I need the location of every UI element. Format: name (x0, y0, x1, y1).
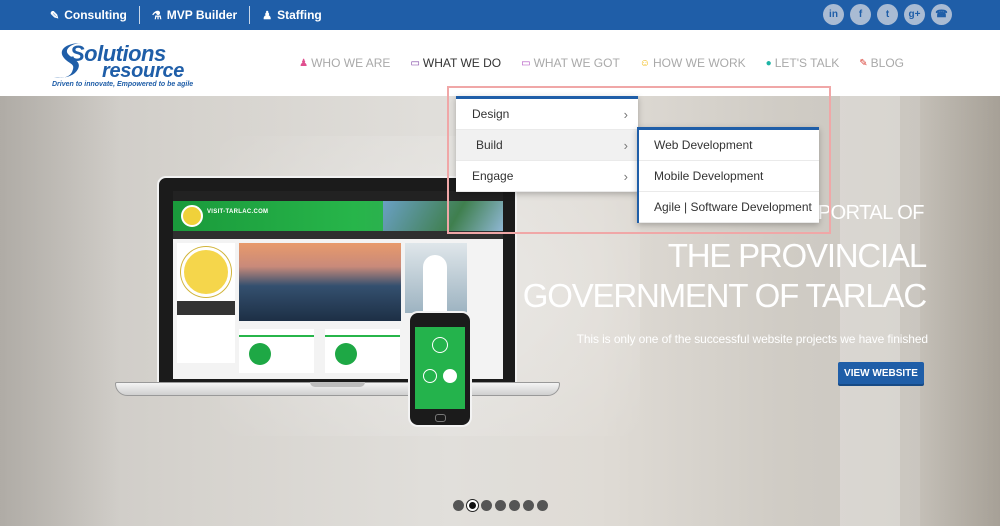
main-nav: ♟ WHO WE ARE ▭ WHAT WE DO ▭ WHAT WE GOT … (299, 30, 904, 96)
mockup-topbar (173, 191, 503, 201)
slider-pagination (453, 500, 548, 511)
dropdown-item-label: Engage (472, 169, 514, 183)
phone-icon[interactable]: ☎ (931, 4, 952, 25)
pencil-icon: ✎ (859, 57, 868, 69)
mockup-banner: VISIT-TARLAC.COM (173, 201, 503, 231)
nav-item-who-we-are[interactable]: ♟ WHO WE ARE (299, 56, 390, 70)
background-shade (920, 96, 1000, 526)
mockup-card (239, 329, 314, 373)
top-links: ✎ Consulting ⚗ MVP Builder ♟ Staffing (50, 0, 334, 30)
flask-icon: ⚗ (151, 9, 162, 22)
slider-dot[interactable] (523, 500, 534, 511)
top-link-staffing[interactable]: ♟ Staffing (250, 0, 334, 30)
mockup-sidebar (177, 243, 235, 363)
person-icon: ♟ (299, 57, 309, 69)
mockup-card (325, 329, 400, 373)
submenu-item-web-development[interactable]: Web Development (639, 130, 819, 161)
edit-icon: ✎ (50, 9, 60, 22)
nav-item-label: BLOG (870, 56, 904, 70)
hero-subtitle: This is only one of the successful websi… (576, 332, 928, 346)
top-link-label: Staffing (277, 8, 322, 22)
top-link-label: Consulting (64, 8, 127, 22)
screen-icon: ▭ (521, 57, 531, 69)
chat-icon: ● (765, 57, 772, 69)
dropdown-item-build[interactable]: Build › (456, 130, 638, 161)
mockup-seal (181, 205, 203, 227)
mockup-cards (239, 329, 401, 373)
what-we-do-dropdown: Design › Build › Engage › (456, 96, 638, 192)
nav-item-label: WHAT WE GOT (533, 56, 620, 70)
mockup-site-name: VISIT-TARLAC.COM (207, 209, 269, 215)
linkedin-icon[interactable]: in (823, 4, 844, 25)
dropdown-item-label: Design (472, 107, 510, 121)
dropdown-item-engage[interactable]: Engage › (456, 161, 638, 192)
view-website-button[interactable]: VIEW WEBSITE (838, 362, 924, 384)
mockup-provincial-seal (181, 247, 231, 297)
nav-item-label: WHO WE ARE (311, 56, 391, 70)
dropdown-item-design[interactable]: Design › (456, 99, 638, 130)
top-link-label: MVP Builder (166, 8, 238, 22)
slider-dot[interactable] (481, 500, 492, 511)
chevron-right-icon: › (623, 168, 628, 184)
hero-title-line3: GOVERNMENT OF TARLAC (522, 277, 927, 314)
slider-dot[interactable] (495, 500, 506, 511)
nav-item-label: HOW WE WORK (653, 56, 746, 70)
hero-title: THE PROVINCIAL GOVERNMENT OF TARLAC (480, 236, 927, 316)
dropdown-item-label: Build (476, 138, 503, 152)
chevron-right-icon: › (623, 137, 628, 153)
phone-screen (415, 327, 465, 409)
nav-item-label: LET'S TALK (774, 56, 840, 70)
facebook-icon[interactable]: f (850, 4, 871, 25)
submenu-item-mobile-development[interactable]: Mobile Development (639, 161, 819, 192)
build-submenu: Web Development Mobile Development Agile… (637, 127, 819, 223)
logo-tagline: Driven to innovate, Empowered to be agil… (52, 81, 194, 88)
nav-item-blog[interactable]: ✎ BLOG (859, 56, 904, 70)
background-shade (0, 96, 120, 526)
nav-item-what-we-do[interactable]: ▭ WHAT WE DO (410, 56, 501, 70)
logo-text-line2: resource (102, 60, 185, 82)
top-link-consulting[interactable]: ✎ Consulting (50, 0, 139, 30)
hero-title-line2: THE PROVINCIAL (667, 237, 927, 274)
slider-dot-active[interactable] (467, 500, 478, 511)
googleplus-icon[interactable]: g+ (904, 4, 925, 25)
top-bar: ✎ Consulting ⚗ MVP Builder ♟ Staffing in… (0, 0, 1000, 30)
mockup-news-header (177, 301, 235, 315)
smile-icon: ☺ (639, 57, 650, 69)
slider-dot[interactable] (453, 500, 464, 511)
laptop-notch (310, 382, 365, 387)
phone-home-button (435, 414, 446, 422)
social-links: in f t g+ ☎ (823, 4, 952, 25)
slider-dot[interactable] (509, 500, 520, 511)
nav-item-how-we-work[interactable]: ☺ HOW WE WORK (640, 56, 746, 70)
mockup-banner-image (383, 201, 503, 231)
chevron-right-icon: › (623, 106, 628, 122)
nav-item-lets-talk[interactable]: ● LET'S TALK (766, 56, 840, 70)
slider-dot[interactable] (537, 500, 548, 511)
monitor-icon: ▭ (410, 57, 420, 69)
submenu-item-agile-software-development[interactable]: Agile | Software Development (639, 192, 819, 223)
top-link-mvp-builder[interactable]: ⚗ MVP Builder (140, 0, 249, 30)
mockup-person-photo (405, 243, 467, 313)
users-icon: ♟ (262, 9, 273, 22)
nav-item-what-we-got[interactable]: ▭ WHAT WE GOT (521, 56, 620, 70)
site-logo[interactable]: Solutions resource Driven to innovate, E… (52, 39, 200, 89)
nav-item-label: WHAT WE DO (422, 56, 502, 70)
phone-mockup (408, 311, 472, 427)
twitter-icon[interactable]: t (877, 4, 898, 25)
site-header: Solutions resource Driven to innovate, E… (0, 30, 1000, 96)
mockup-nav (173, 231, 503, 239)
mockup-lake-photo (239, 243, 401, 321)
